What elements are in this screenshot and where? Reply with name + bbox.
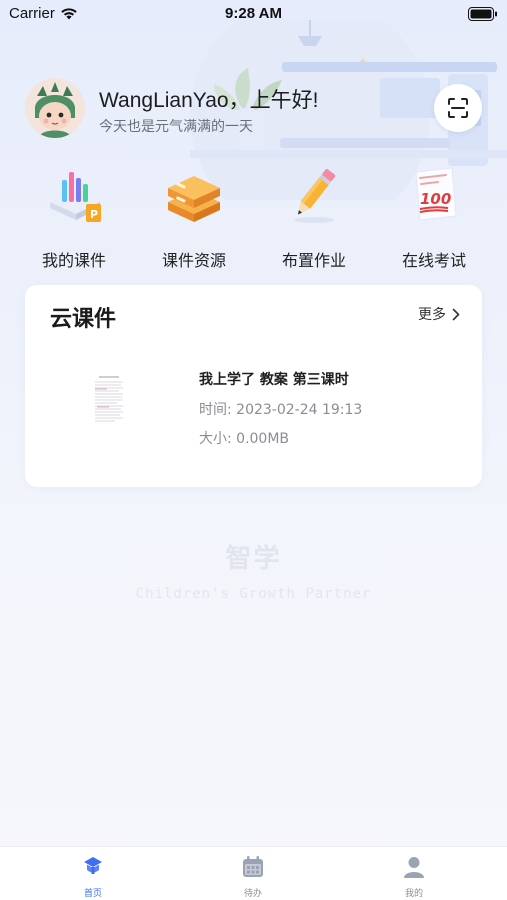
quick-item-label: 在线考试 — [401, 251, 466, 270]
status-bar: Carrier 9:28 AM — [0, 0, 507, 28]
scan-button[interactable] — [434, 84, 482, 132]
chart-courseware-icon: P — [50, 172, 101, 222]
tab-label: 我的 — [404, 889, 423, 899]
cloud-courseware-card: 云课件 更多 我上学了 教案 第三课时 时间: 2023-02-24 19:13… — [25, 285, 482, 487]
home-shield-icon — [84, 857, 102, 874]
svg-text:100: 100 — [420, 190, 451, 208]
quick-item-label: 布置作业 — [281, 251, 346, 270]
status-time: 9:28 AM — [225, 5, 282, 22]
battery-icon — [468, 7, 497, 21]
tab-todo[interactable]: 待办 — [213, 853, 293, 899]
pencil-icon — [294, 169, 336, 223]
scan-icon — [448, 98, 468, 118]
quick-menu: P 我的课件 课件资源 布置作业 100 在线考试 — [14, 164, 493, 274]
watermark-slogan: Children's Growth Partner — [135, 586, 372, 602]
more-link[interactable]: 更多 — [418, 304, 460, 324]
greeting-subtitle: 今天也是元气满满的一天 — [99, 119, 253, 135]
user-icon — [404, 857, 424, 878]
avatar-character-icon — [25, 78, 85, 138]
document-thumbnail-icon — [87, 371, 131, 433]
quick-item-assign-homework[interactable]: 布置作业 — [254, 164, 374, 274]
courseware-time: 时间: 2023-02-24 19:13 — [199, 402, 363, 418]
stacked-boxes-icon — [168, 176, 220, 222]
quick-item-courseware-resources[interactable]: 课件资源 — [134, 164, 254, 274]
watermark-logo-text: 智学 — [225, 544, 282, 574]
exam-paper-icon: 100 — [415, 167, 457, 221]
quick-item-online-exam[interactable]: 100 在线考试 — [374, 164, 494, 274]
courseware-name: 我上学了 教案 第三课时 — [199, 372, 349, 388]
greeting-text: WangLianYao，上午好! — [99, 89, 319, 112]
card-title: 云课件 — [50, 307, 117, 332]
tab-label: 首页 — [83, 889, 102, 899]
more-link-label: 更多 — [418, 307, 446, 323]
tab-label: 待办 — [243, 889, 262, 899]
calendar-icon — [243, 856, 263, 877]
quick-item-my-courseware[interactable]: P 我的课件 — [14, 164, 134, 274]
tab-mine[interactable]: 我的 — [374, 853, 454, 899]
quick-item-label: 我的课件 — [41, 251, 106, 270]
courseware-size: 大小: 0.00MB — [199, 431, 290, 447]
tab-home[interactable]: 首页 — [53, 853, 133, 899]
chevron-right-icon — [452, 308, 460, 320]
svg-text:P: P — [90, 208, 98, 221]
avatar[interactable] — [25, 78, 85, 138]
bottom-tab-bar: 首页 待办 我的 — [0, 846, 507, 900]
quick-item-label: 课件资源 — [161, 251, 226, 270]
